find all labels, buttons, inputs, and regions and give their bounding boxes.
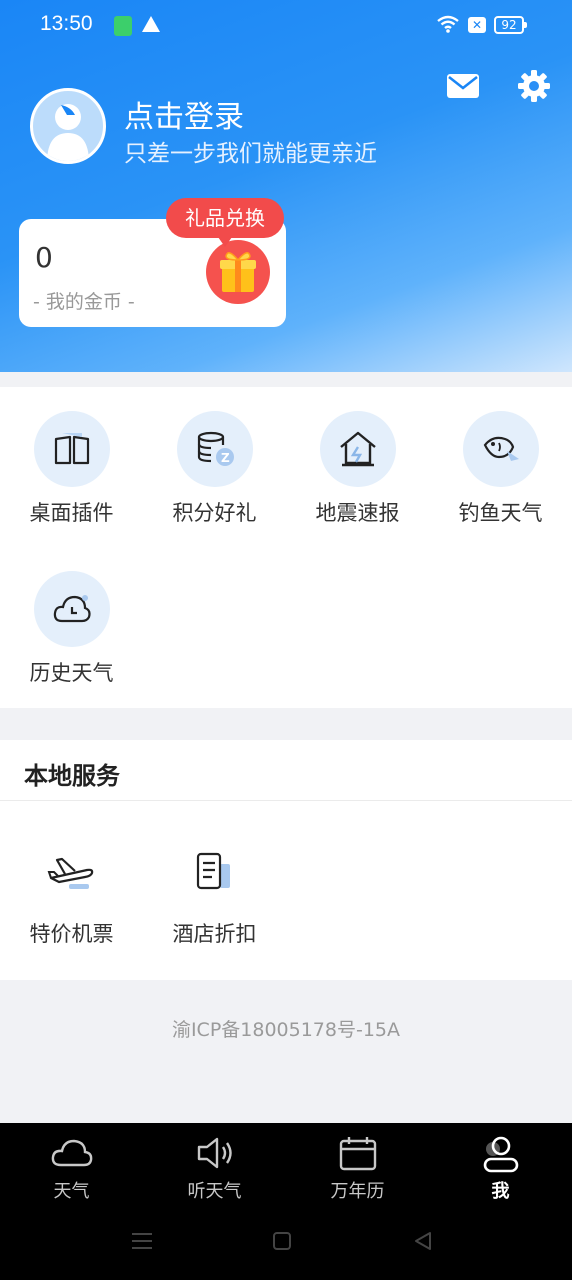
service-hotel-discount[interactable]: 酒店折扣 xyxy=(143,852,286,972)
feature-label: 地震速报 xyxy=(315,501,400,525)
login-title[interactable]: 点击登录 xyxy=(124,92,244,136)
document-icon xyxy=(196,852,230,890)
battery-icon: 92 xyxy=(494,16,527,34)
icp-license: 渝ICP备18005178号-15A xyxy=(171,1019,401,1041)
sim-icon xyxy=(114,16,132,36)
feature-label: 历史天气 xyxy=(29,661,114,685)
mail-icon[interactable] xyxy=(446,72,480,100)
login-subtitle: 只差一步我们就能更亲近 xyxy=(124,141,377,167)
coin-label: - 我的金币 - xyxy=(33,291,135,313)
status-time: 13:50 xyxy=(40,12,93,35)
tab-listen-weather[interactable]: 听天气 xyxy=(143,1123,286,1218)
local-services-section: 本地服务 特价机票 酒店折扣 xyxy=(0,740,572,980)
calendar-icon xyxy=(339,1137,377,1171)
feature-label: 积分好礼 xyxy=(172,501,257,525)
feature-grid: 桌面插件 Z 积分好礼 地震速报 钓鱼天气 历史天气 xyxy=(0,387,572,708)
avatar[interactable] xyxy=(30,88,106,164)
wifi-icon xyxy=(437,15,459,33)
tab-weather[interactable]: 天气 xyxy=(0,1123,143,1218)
gift-icon[interactable] xyxy=(206,240,270,304)
service-label: 特价机票 xyxy=(29,922,114,946)
section-title: 本地服务 xyxy=(24,762,120,790)
feature-points-gifts[interactable]: Z 积分好礼 xyxy=(143,387,286,537)
widget-book-icon xyxy=(54,433,90,465)
cloud-icon xyxy=(51,1139,93,1167)
service-cheap-flights[interactable]: 特价机票 xyxy=(0,852,143,972)
feature-label: 钓鱼天气 xyxy=(458,501,543,525)
feature-earthquake-alert[interactable]: 地震速报 xyxy=(286,387,429,537)
feature-fishing-weather[interactable]: 钓鱼天气 xyxy=(429,387,572,537)
warning-icon xyxy=(142,16,160,32)
speaker-icon xyxy=(197,1137,232,1169)
fish-icon xyxy=(483,436,519,461)
default-avatar-icon xyxy=(47,104,89,161)
tab-label: 听天气 xyxy=(187,1181,242,1202)
tab-label: 万年历 xyxy=(330,1181,385,1202)
feature-desktop-widget[interactable]: 桌面插件 xyxy=(0,387,143,537)
status-bar: 13:50 ✕ 92 xyxy=(0,0,572,50)
feature-history-weather[interactable]: 历史天气 xyxy=(0,547,143,697)
tab-calendar[interactable]: 万年历 xyxy=(286,1123,429,1218)
cloud-clock-icon xyxy=(53,595,91,623)
tab-label: 我 xyxy=(491,1181,510,1202)
divider xyxy=(0,800,572,801)
earthquake-house-icon xyxy=(340,431,376,467)
bottom-tab-bar: 天气 听天气 万年历 我 xyxy=(0,1123,572,1280)
system-nav-bar xyxy=(132,1232,431,1250)
tab-me[interactable]: 我 xyxy=(429,1123,572,1218)
menu-key-icon xyxy=(132,1233,152,1249)
svg-text:Z: Z xyxy=(221,451,230,465)
back-key-icon xyxy=(415,1232,431,1250)
gear-icon[interactable] xyxy=(516,68,552,104)
user-icon xyxy=(483,1136,519,1173)
service-label: 酒店折扣 xyxy=(172,922,257,946)
airplane-icon xyxy=(47,857,94,889)
gift-exchange-badge[interactable]: 礼品兑换 xyxy=(166,198,284,247)
tab-label: 天气 xyxy=(53,1181,90,1202)
coin-count: 0 xyxy=(35,241,53,274)
coins-icon: Z xyxy=(197,431,234,466)
no-sim-icon: ✕ xyxy=(468,17,486,33)
home-key-icon xyxy=(273,1232,291,1250)
feature-label: 桌面插件 xyxy=(29,501,114,525)
